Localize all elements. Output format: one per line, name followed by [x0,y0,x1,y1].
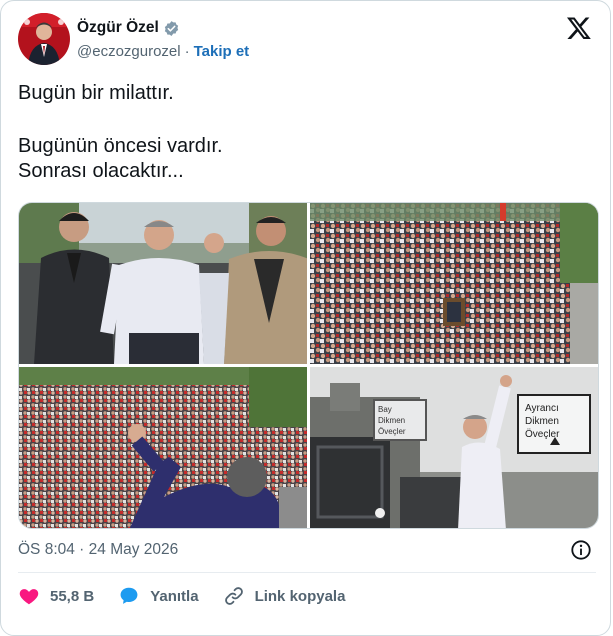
sign-left-3: Öveçler [378,427,406,436]
copy-link-button[interactable]: Link kopyala [223,585,346,607]
tweet-text-line-2: Bugünün öncesi vardır. [18,135,223,157]
sign-left-2: Dikmen [378,416,405,425]
reply-button[interactable]: Yanıtla [118,585,199,607]
separator-dot: · [184,43,190,60]
tweet-header: Özgür Özel @eczozgurozel · Takip et [18,13,596,69]
author-avatar[interactable] [18,13,70,65]
tweet-card: Özgür Özel @eczozgurozel · Takip et Bugü… [0,0,611,636]
action-bar: 55,8 B Yanıtla Link kopyala [18,583,369,609]
reply-label: Yanıtla [150,587,199,605]
like-count: 55,8 B [50,587,95,605]
photo-4[interactable]: Ayrancı Dikmen Öveçler Bay Dikmen Öveçle… [310,367,598,528]
tweet-text-line-1: Bugün bir milattır. [18,82,174,104]
info-icon[interactable] [570,539,592,561]
author-name[interactable]: Özgür Özel [77,19,159,37]
author-handle[interactable]: @eczozgurozel [77,43,181,60]
x-logo-icon[interactable] [566,15,592,41]
sign-line-1: Ayrancı [525,403,559,414]
media-grid: Ayrancı Dikmen Öveçler Bay Dikmen Öveçle… [18,202,599,529]
author-name-row: Özgür Özel [77,19,180,37]
photo-1[interactable] [19,203,307,364]
follow-button[interactable]: Takip et [194,43,250,60]
photo-3[interactable] [19,367,307,528]
handle-row: @eczozgurozel · Takip et [77,43,249,60]
photo-3-image [19,367,307,528]
photo-4-image: Ayrancı Dikmen Öveçler Bay Dikmen Öveçle… [310,367,598,528]
photo-2[interactable] [310,203,598,364]
verified-badge-icon [164,20,178,36]
avatar-image [18,13,70,65]
heart-icon [19,589,39,605]
tweet-text: Bugün bir milattır. Bugünün öncesi vardı… [18,81,578,184]
sign-line-2: Dikmen [525,416,559,427]
speech-bubble-icon [120,587,138,604]
divider [18,572,596,573]
like-button[interactable]: 55,8 B [18,585,94,607]
link-icon [224,587,243,605]
sign-left-1: Bay [378,405,392,414]
tweet-timestamp[interactable]: ÖS 8:04 · 24 May 2026 [18,541,178,559]
tweet-text-line-3: Sonrası olacaktır... [18,160,184,182]
photo-2-image [310,203,598,364]
photo-1-image [19,203,307,364]
copy-link-label: Link kopyala [254,587,346,605]
